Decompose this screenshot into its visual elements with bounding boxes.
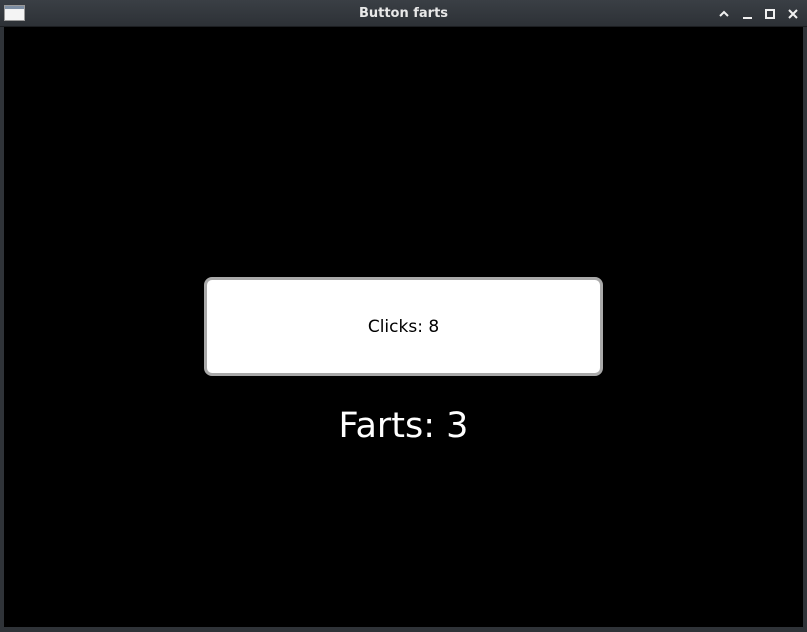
window-title: Button farts [358,6,449,21]
minimize-icon [742,16,752,19]
close-button[interactable] [784,5,801,22]
title-bar[interactable]: Button farts [0,0,807,27]
maximize-icon [764,8,775,19]
maximize-button[interactable] [761,5,778,22]
app-window: Button farts Clicks: 8 Farts: 3 [0,0,807,632]
window-controls [715,0,801,27]
content-area: Clicks: 8 Farts: 3 [4,27,803,627]
shade-button[interactable] [715,5,732,22]
farts-counter-label: Farts: 3 [338,406,469,446]
close-icon [787,8,798,19]
click-counter-label: Clicks: 8 [367,316,440,337]
click-counter-button[interactable]: Clicks: 8 [204,277,603,376]
minimize-button[interactable] [738,5,755,22]
chevron-up-icon [718,10,729,17]
